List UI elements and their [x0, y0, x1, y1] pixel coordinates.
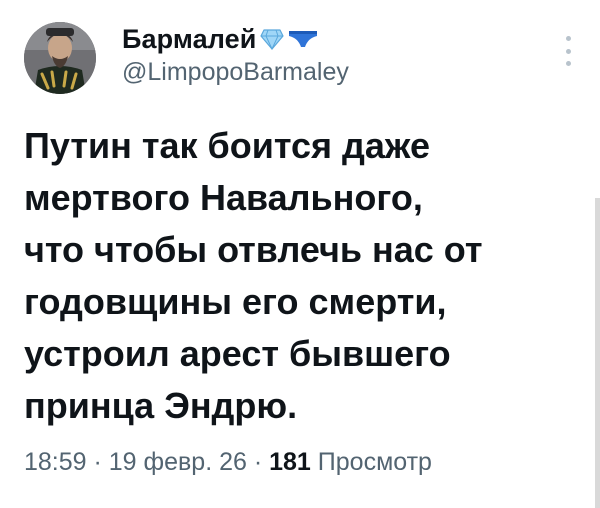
meta-separator: · — [246, 448, 270, 476]
more-dot — [565, 48, 571, 54]
tweet-card: Бармалей @LimpopoBarmaley Путин так боит… — [0, 0, 600, 508]
briefs-icon — [288, 30, 318, 48]
author-handle[interactable]: @LimpopoBarmaley — [122, 58, 349, 87]
avatar[interactable] — [24, 22, 96, 94]
scrollbar[interactable] — [595, 198, 600, 508]
views-count[interactable]: 181 — [269, 448, 311, 476]
tweet-date[interactable]: 19 февр. 26 — [109, 448, 247, 476]
meta-separator: · — [86, 448, 109, 476]
avatar-image — [24, 22, 96, 94]
more-options-icon[interactable] — [560, 36, 576, 66]
views-label[interactable]: Просмотр — [311, 448, 432, 476]
author-name-row[interactable]: Бармалей — [122, 22, 318, 56]
more-dot — [565, 36, 571, 41]
tweet-time[interactable]: 18:59 — [24, 448, 87, 476]
gem-icon — [260, 28, 285, 51]
display-name[interactable]: Бармалей — [122, 24, 256, 55]
more-dot — [565, 61, 571, 66]
tweet-text: Путин так боится даже мертвого Навальног… — [24, 125, 483, 426]
tweet-meta: 18:59 · 19 февр. 26 · 181 Просмотр — [24, 448, 432, 477]
